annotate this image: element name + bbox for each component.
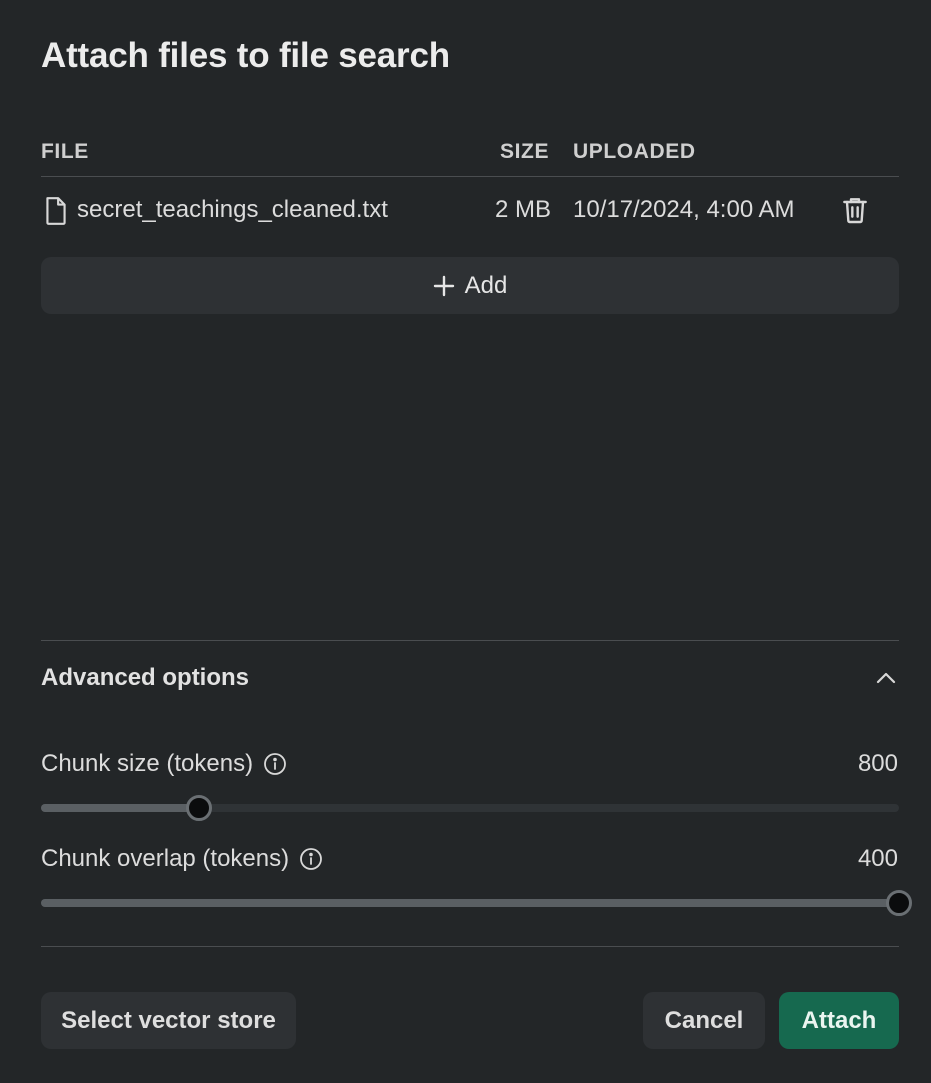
trash-icon[interactable] bbox=[839, 194, 871, 226]
table-header-divider bbox=[41, 176, 899, 177]
chunk-overlap-slider-fill bbox=[41, 899, 899, 907]
chunk-size-slider[interactable] bbox=[41, 795, 899, 821]
plus-icon bbox=[433, 275, 454, 296]
chunk-size-value: 800 bbox=[857, 750, 898, 777]
column-header-file: FILE bbox=[41, 140, 89, 163]
info-icon[interactable] bbox=[299, 847, 323, 871]
chunk-size-slider-thumb[interactable] bbox=[185, 795, 212, 821]
info-icon[interactable] bbox=[263, 752, 287, 776]
footer-divider bbox=[41, 946, 899, 947]
chunk-overlap-label: Chunk overlap (tokens) bbox=[41, 845, 290, 872]
chunk-overlap-value: 400 bbox=[857, 845, 898, 872]
attach-files-dialog: Attach files to file search FILE SIZE UP… bbox=[0, 0, 931, 1083]
advanced-options-toggle[interactable]: Advanced options bbox=[41, 664, 249, 692]
file-icon bbox=[46, 197, 66, 225]
attach-button[interactable]: Attach bbox=[779, 992, 899, 1049]
chevron-up-icon[interactable] bbox=[872, 666, 900, 690]
chunk-overlap-label-row: Chunk overlap (tokens) bbox=[41, 845, 323, 873]
select-vector-store-button[interactable]: Select vector store bbox=[41, 992, 296, 1049]
add-button-label: Add bbox=[464, 271, 508, 299]
chunk-overlap-slider[interactable] bbox=[41, 890, 912, 916]
add-file-button[interactable]: Add bbox=[41, 257, 899, 314]
chunk-size-slider-fill bbox=[41, 804, 199, 812]
table-row: secret_teachings_cleaned.txt 2 MB 10/17/… bbox=[41, 178, 899, 242]
chunk-size-label-row: Chunk size (tokens) bbox=[41, 750, 287, 778]
dialog-title: Attach files to file search bbox=[41, 36, 450, 75]
advanced-options-divider bbox=[41, 640, 899, 641]
cancel-button[interactable]: Cancel bbox=[643, 992, 765, 1049]
column-header-size: SIZE bbox=[500, 140, 550, 163]
file-name: secret_teachings_cleaned.txt bbox=[77, 196, 388, 223]
file-size: 2 MB bbox=[494, 196, 551, 223]
chunk-overlap-slider-thumb[interactable] bbox=[886, 890, 912, 916]
file-uploaded-date: 10/17/2024, 4:00 AM bbox=[573, 196, 795, 223]
chunk-size-label: Chunk size (tokens) bbox=[41, 750, 254, 777]
column-header-uploaded: UPLOADED bbox=[573, 140, 696, 163]
